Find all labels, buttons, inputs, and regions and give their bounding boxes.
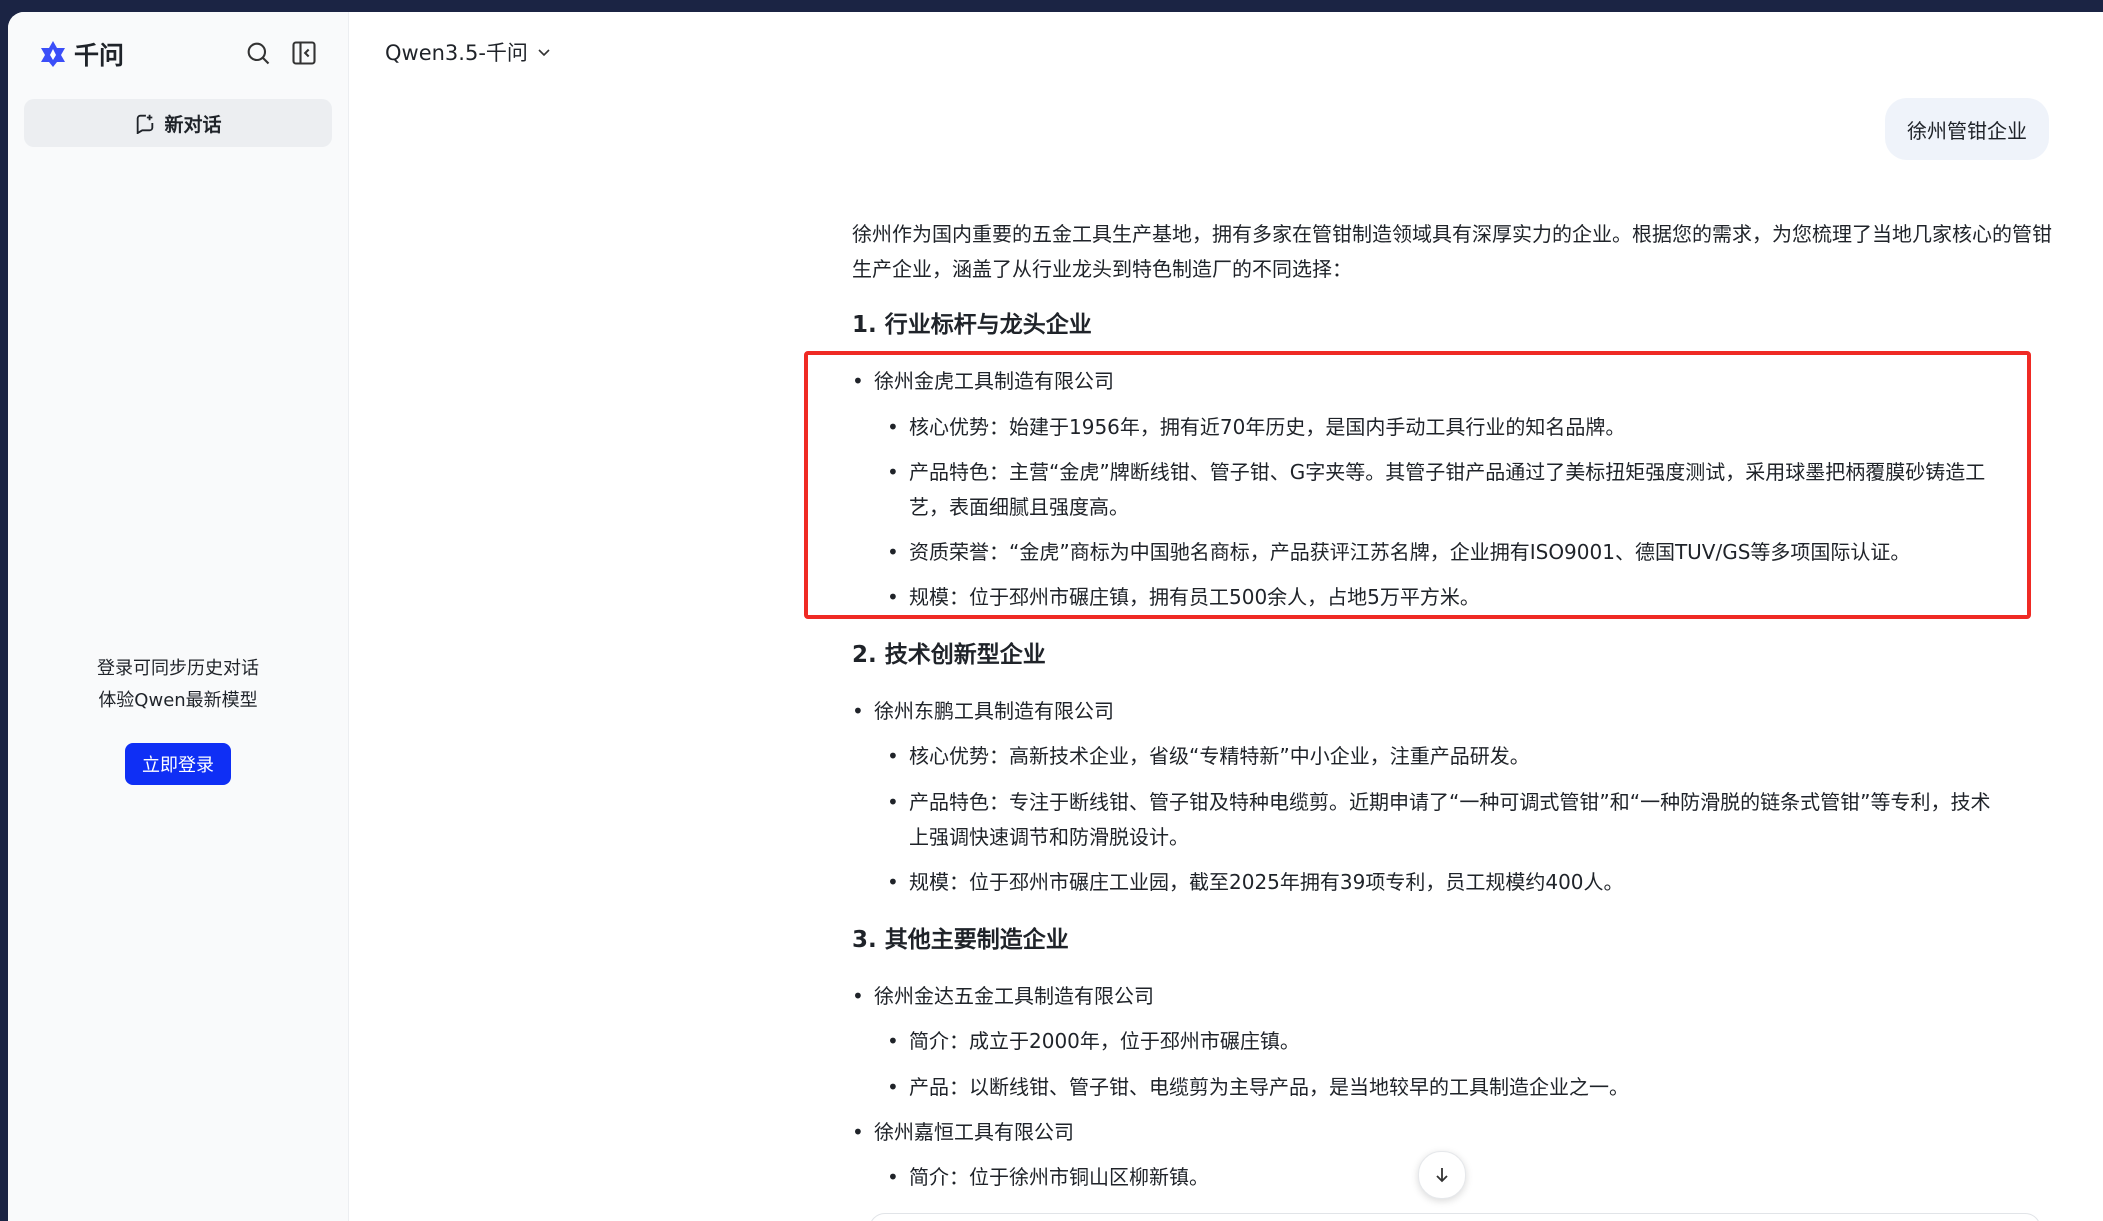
message-input-box[interactable]: [869, 1213, 2041, 1221]
logo-text: 千问: [74, 41, 125, 70]
company-name: 徐州嘉恒工具有限公司: [874, 1120, 1074, 1144]
list-item: • 资质荣誉：“金虎”商标为中国驰名商标，产品获评江苏名牌，企业拥有ISO9001…: [887, 540, 1911, 564]
search-icon: [247, 42, 270, 65]
list-item: • 产品特色：主营“金虎”牌断线钳、管子钳、G字夹等。其管子钳产品通过了美标扭矩强…: [887, 460, 1986, 519]
user-message-text: 徐州管钳企业: [1907, 118, 2027, 143]
scroll-to-bottom-button[interactable]: [1418, 1151, 1466, 1199]
list-item: • 徐州金达五金工具制造有限公司: [852, 979, 1154, 1014]
company-name: 徐州金达五金工具制造有限公司: [874, 984, 1154, 1008]
app-window: 千问 新对话 登录可同步历史对话 体验Qwen最新模型 立即登录 Qwen3.5…: [8, 12, 2103, 1221]
list-item: • 简介：成立于2000年，位于邳州市碾庄镇。: [887, 1029, 1300, 1053]
sidebar-collapse-icon: [292, 41, 316, 65]
login-hint-line1: 登录可同步历史对话: [97, 658, 259, 679]
new-chat-button[interactable]: 新对话: [24, 99, 332, 147]
list-item: • 规模：位于邳州市碾庄镇，拥有员工500余人，占地5万平方米。: [887, 585, 1480, 609]
sidebar: 千问 新对话 登录可同步历史对话 体验Qwen最新模型 立即登录: [8, 12, 349, 1221]
section-title: 3. 其他主要制造企业: [852, 927, 1069, 953]
logo[interactable]: 千问: [38, 34, 124, 74]
section-title: 1. 行业标杆与龙头企业: [852, 312, 1092, 338]
search-button[interactable]: [241, 36, 275, 70]
list-item: • 规模：位于邳州市碾庄工业园，截至2025年拥有39项专利，员工规模约400人。: [887, 870, 1624, 894]
intro-paragraph: 徐州作为国内重要的五金工具生产基地，拥有多家在管钳制造领域具有深厚实力的企业。根…: [852, 222, 2052, 281]
model-selector[interactable]: Qwen3.5-千问: [385, 32, 552, 72]
section-title: 2. 技术创新型企业: [852, 642, 1046, 668]
list-item: • 核心优势：高新技术企业，省级“专精特新”中小企业，注重产品研发。: [887, 744, 1530, 768]
company-name: 徐州金虎工具制造有限公司: [874, 369, 1114, 393]
list-item: • 产品：以断线钳、管子钳、电缆剪为主导产品，是当地较早的工具制造企业之一。: [887, 1075, 1629, 1099]
assistant-intro: 徐州作为国内重要的五金工具生产基地，拥有多家在管钳制造领域具有深厚实力的企业。根…: [852, 217, 2052, 287]
qwen-logo-icon: [41, 41, 65, 67]
model-name: Qwen3.5-千问: [385, 41, 528, 65]
list-item: • 核心优势：始建于1956年，拥有近70年历史，是国内手动工具行业的知名品牌。: [887, 415, 1626, 439]
login-button[interactable]: 立即登录: [125, 743, 231, 785]
new-chat-label: 新对话: [164, 113, 222, 136]
arrow-down-icon: [1436, 1168, 1448, 1183]
list-item: • 徐州嘉恒工具有限公司: [852, 1115, 1074, 1150]
collapse-sidebar-button[interactable]: [287, 36, 321, 70]
company-name: 徐州东鹏工具制造有限公司: [874, 699, 1114, 723]
main-panel: Qwen3.5-千问 徐州管钳企业 徐州作为国内重要的五金工具生产基地，拥有多家…: [349, 12, 2103, 1221]
list-item: • 徐州东鹏工具制造有限公司: [852, 694, 1114, 729]
chevron-down-icon: [538, 49, 550, 57]
user-message-bubble: 徐州管钳企业: [1885, 98, 2049, 160]
list-item: • 徐州金虎工具制造有限公司: [852, 364, 1114, 399]
new-chat-icon: [137, 114, 154, 134]
login-hint-line2: 体验Qwen最新模型: [98, 690, 258, 711]
list-item: • 产品特色：专注于断线钳、管子钳及特种电缆剪。近期申请了“一种可调式管钳”和“一…: [887, 790, 1991, 849]
